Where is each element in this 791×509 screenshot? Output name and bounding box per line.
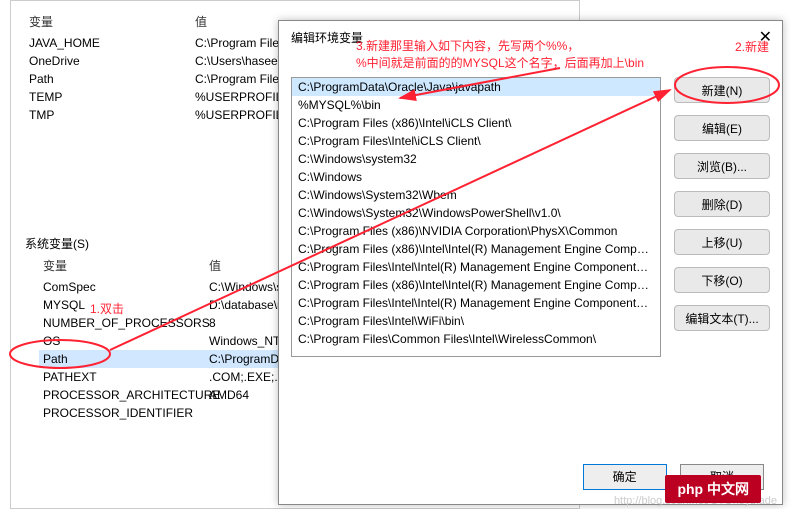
system-vars-label: 系统变量(S) (25, 235, 89, 252)
list-item[interactable]: C:\Program Files\Intel\iCLS Client\ (292, 132, 660, 150)
annotation-2: 2.新建 (735, 38, 769, 55)
list-item[interactable]: %MYSQL%\bin (292, 96, 660, 114)
list-item[interactable]: C:\Windows\System32\Wbem (292, 186, 660, 204)
col-variable: 变量 (25, 13, 195, 30)
annotation-1: 1.双击 (90, 300, 124, 317)
list-item[interactable]: C:\Windows (292, 168, 660, 186)
move-up-button[interactable]: 上移(U) (674, 229, 770, 255)
var-name: TMP (25, 108, 195, 122)
edit-text-button[interactable]: 编辑文本(T)... (674, 305, 770, 331)
list-item[interactable]: C:\Program Files (x86)\Intel\Intel(R) Ma… (292, 276, 660, 294)
var-name: TEMP (25, 90, 195, 104)
list-item[interactable]: C:\Program Files\Common Files\Intel\Wire… (292, 330, 660, 348)
new-button[interactable]: 新建(N) (674, 77, 770, 103)
delete-button[interactable]: 删除(D) (674, 191, 770, 217)
var-name: OneDrive (25, 54, 195, 68)
var-name: ComSpec (39, 280, 209, 294)
col-variable: 变量 (39, 257, 209, 274)
move-down-button[interactable]: 下移(O) (674, 267, 770, 293)
browse-button[interactable]: 浏览(B)... (674, 153, 770, 179)
var-name: NUMBER_OF_PROCESSORS (39, 316, 209, 330)
list-item[interactable]: C:\Windows\System32\WindowsPowerShell\v1… (292, 204, 660, 222)
list-item[interactable]: C:\Program Files (x86)\NVIDIA Corporatio… (292, 222, 660, 240)
edit-env-var-dialog: 编辑环境变量 ✕ C:\ProgramData\Oracle\Java\java… (278, 20, 783, 505)
php-cn-logo: php 中文网 (665, 475, 761, 503)
var-name: PROCESSOR_IDENTIFIER (39, 406, 209, 420)
var-name: Path (39, 352, 209, 366)
list-item[interactable]: C:\Program Files\Intel\WiFi\bin\ (292, 312, 660, 330)
list-item[interactable]: C:\Program Files\Intel\Intel(R) Manageme… (292, 258, 660, 276)
list-item[interactable]: C:\ProgramData\Oracle\Java\javapath (292, 78, 660, 96)
var-name: OS (39, 334, 209, 348)
edit-button[interactable]: 编辑(E) (674, 115, 770, 141)
path-listbox[interactable]: C:\ProgramData\Oracle\Java\javapath%MYSQ… (291, 77, 661, 357)
var-name: PROCESSOR_ARCHITECTURE (39, 388, 209, 402)
list-item[interactable]: C:\Windows\system32 (292, 150, 660, 168)
annotation-3: 3.新建那里输入如下内容，先写两个%%， %中间就是前面的的MYSQL这个名字，… (356, 38, 676, 72)
var-name: JAVA_HOME (25, 36, 195, 50)
list-item[interactable]: C:\Program Files\Intel\Intel(R) Manageme… (292, 294, 660, 312)
var-name: PATHEXT (39, 370, 209, 384)
list-item[interactable]: C:\Program Files (x86)\Intel\Intel(R) Ma… (292, 240, 660, 258)
list-item[interactable]: C:\Program Files (x86)\Intel\iCLS Client… (292, 114, 660, 132)
var-name: Path (25, 72, 195, 86)
ok-button[interactable]: 确定 (583, 464, 667, 490)
